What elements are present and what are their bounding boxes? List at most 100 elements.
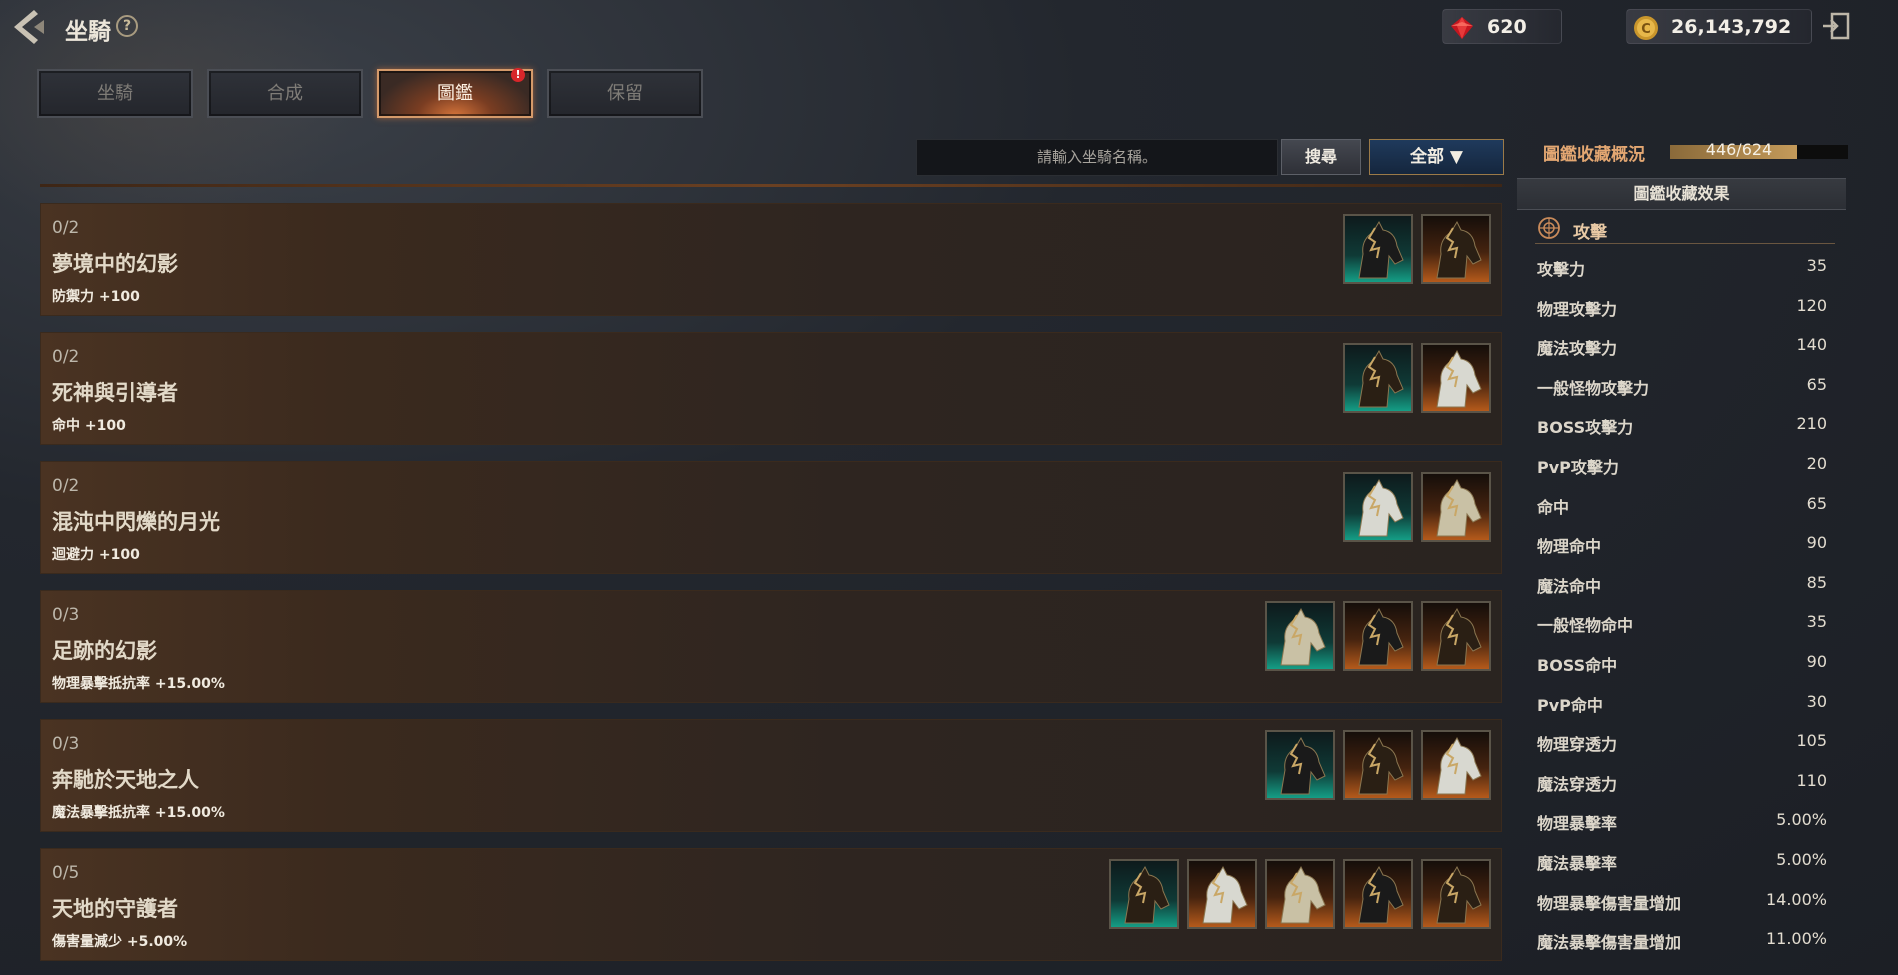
stat-name: BOSS命中: [1537, 656, 1618, 675]
svg-text:C: C: [1641, 22, 1651, 37]
mount-silhouette-icon: [1436, 865, 1482, 924]
collection-list: 0/2 夢境中的幻影 防禦力 +100 0/2 死神與引導者 命中 +100 0/2 混沌中閃…: [40, 203, 1502, 963]
collection-name: 混沌中閃爍的月光: [52, 510, 220, 534]
stat-row: 攻擊力 35: [1537, 256, 1827, 280]
collection-count: 0/3: [52, 734, 80, 754]
collection-row[interactable]: 0/3 足跡的幻影 物理暴擊抵抗率 +15.00%: [40, 590, 1502, 703]
stat-row: 物理暴擊傷害量增加 14.00%: [1537, 890, 1827, 914]
collection-name: 足跡的幻影: [52, 639, 157, 663]
stat-name: 魔法暴擊傷害量增加: [1537, 933, 1682, 953]
mount-slot[interactable]: [1343, 472, 1413, 542]
gem-amount: 620: [1487, 16, 1527, 38]
mount-silhouette-icon: [1280, 607, 1326, 666]
stat-name: 物理命中: [1537, 537, 1602, 557]
stat-name: 魔法暴擊率: [1537, 854, 1618, 873]
stat-name: 一般怪物攻擊力: [1537, 378, 1650, 398]
collection-progress-text: 446/624: [1705, 140, 1773, 159]
collection-name: 天地的守護者: [52, 897, 178, 921]
tab-mount[interactable]: 坐騎: [37, 69, 193, 118]
mount-slot[interactable]: [1421, 730, 1491, 800]
tab-label: 圖鑑: [437, 83, 473, 104]
stat-name: BOSS攻擊力: [1537, 418, 1634, 438]
mount-silhouette-icon: [1436, 349, 1482, 408]
stat-name: 魔法穿透力: [1537, 774, 1618, 794]
mount-slot[interactable]: [1421, 214, 1491, 284]
mount-slot[interactable]: [1421, 343, 1491, 413]
tab-synthesis[interactable]: 合成: [207, 69, 363, 118]
mount-slot[interactable]: [1343, 601, 1413, 671]
filter-dropdown[interactable]: 全部 ▼: [1369, 139, 1504, 175]
collection-row[interactable]: 0/2 混沌中閃爍的月光 迴避力 +100: [40, 461, 1502, 574]
top-bar: 坐騎 ? 620 C 26,143,792: [0, 0, 1898, 56]
collection-row[interactable]: 0/2 死神與引導者 命中 +100: [40, 332, 1502, 445]
collection-name: 死神與引導者: [52, 381, 178, 405]
attack-category-icon: [1538, 217, 1560, 239]
exit-icon: [1823, 12, 1850, 40]
stat-value: 90: [1806, 533, 1827, 553]
stat-name: 攻擊力: [1537, 260, 1586, 279]
mount-slot[interactable]: [1343, 214, 1413, 284]
mount-slot[interactable]: [1343, 859, 1413, 929]
search-button[interactable]: 搜尋: [1281, 139, 1361, 175]
stat-name: 魔法命中: [1537, 576, 1602, 596]
mount-slot[interactable]: [1265, 859, 1335, 929]
stat-value: 11.00%: [1765, 929, 1827, 949]
mount-slot[interactable]: [1343, 730, 1413, 800]
stat-name: 魔法攻擊力: [1537, 339, 1618, 359]
mount-slots: [1343, 343, 1491, 413]
collection-count: 0/5: [52, 863, 80, 883]
collection-row[interactable]: 0/2 夢境中的幻影 防禦力 +100: [40, 203, 1502, 316]
stat-value: 30: [1806, 691, 1827, 711]
stat-name: 物理暴擊傷害量增加: [1537, 893, 1682, 913]
mount-slot[interactable]: [1265, 601, 1335, 671]
mount-slot[interactable]: [1265, 730, 1335, 800]
stat-value: 35: [1806, 612, 1827, 632]
stat-value: 65: [1806, 493, 1827, 513]
exit-button[interactable]: [1820, 10, 1852, 42]
tab-reserve[interactable]: 保留: [547, 69, 703, 118]
stat-row: 魔法穿透力 110: [1537, 771, 1827, 795]
tab-collection[interactable]: 圖鑑 !: [377, 68, 533, 118]
mount-silhouette-icon: [1358, 478, 1404, 537]
mount-silhouette-icon: [1202, 865, 1248, 924]
mount-silhouette-icon: [1124, 865, 1170, 924]
mount-silhouette-icon: [1280, 865, 1326, 924]
stat-row: 魔法暴擊率 5.00%: [1537, 850, 1827, 874]
mount-slots: [1109, 859, 1491, 929]
tab-label: 坐騎: [97, 83, 133, 104]
help-icon[interactable]: ?: [116, 15, 138, 37]
mount-slots: [1343, 472, 1491, 542]
collection-bonus: 命中 +100: [52, 418, 126, 434]
stat-name: PvP攻擊力: [1537, 458, 1619, 477]
mount-slot[interactable]: [1187, 859, 1257, 929]
stat-value: 105: [1796, 731, 1827, 751]
back-arrow-icon: [14, 10, 44, 44]
mount-silhouette-icon: [1436, 736, 1482, 795]
mount-slot[interactable]: [1421, 472, 1491, 542]
mount-slot[interactable]: [1421, 859, 1491, 929]
back-button[interactable]: [8, 6, 50, 48]
collection-row[interactable]: 0/5 天地的守護者傷害量減少 +5.00%: [40, 848, 1502, 961]
collection-count: 0/2: [52, 476, 80, 496]
stat-value: 110: [1796, 770, 1827, 790]
stat-row: 命中 65: [1537, 494, 1827, 518]
collection-effect-title: 圖鑑收藏效果: [1517, 178, 1846, 210]
mount-silhouette-icon: [1358, 220, 1404, 279]
stat-row: 一般怪物攻擊力 65: [1537, 375, 1827, 399]
stat-value: 20: [1806, 454, 1827, 473]
search-input[interactable]: 請輸入坐騎名稱。: [916, 139, 1278, 176]
collection-bonus: 傷害量減少 +5.00%: [52, 934, 188, 950]
stat-row: PvP攻擊力 20: [1537, 454, 1827, 478]
tab-label: 保留: [607, 83, 643, 104]
collection-row[interactable]: 0/3 奔馳於天地之人 魔法暴擊抵抗率 +15.00%: [40, 719, 1502, 832]
mount-slot[interactable]: [1421, 601, 1491, 671]
attack-category-header: 攻擊: [1535, 214, 1835, 244]
mount-slot[interactable]: [1343, 343, 1413, 413]
tab-label: 合成: [267, 83, 303, 104]
ruby-gem-icon: [1451, 17, 1473, 39]
mount-slot[interactable]: [1109, 859, 1179, 929]
list-divider: [40, 184, 1502, 187]
collection-name: 夢境中的幻影: [52, 252, 178, 276]
mount-silhouette-icon: [1436, 220, 1482, 279]
collection-summary-label: 圖鑑收藏概況: [1543, 145, 1645, 165]
